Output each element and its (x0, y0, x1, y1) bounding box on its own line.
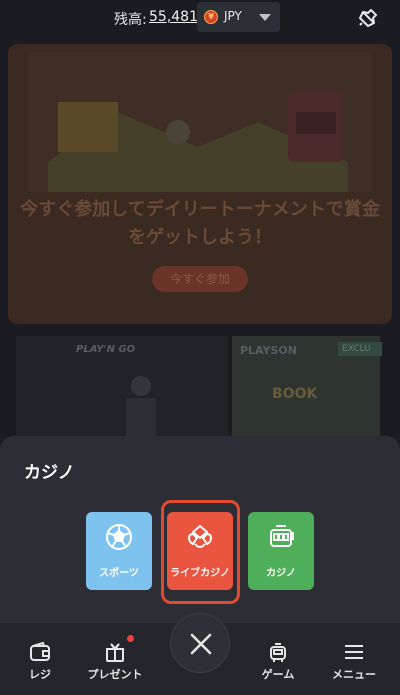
sheet-title: カジノ (24, 463, 75, 483)
exclusive-badge: EXCLU (338, 342, 382, 356)
close-icon (190, 633, 212, 655)
soccer-ball-icon (106, 524, 132, 550)
gift-icon (106, 643, 124, 662)
nav-label: レジ (29, 668, 51, 681)
nav-item-menu[interactable]: メニュー (314, 641, 394, 682)
games-row: PLAY'N GO PLAYSON EXCLU BOOK (0, 336, 400, 436)
banner-title: 今すぐ参加してデイリートーナメントで賞金をゲットしよう！ (20, 199, 380, 248)
game-title: BOOK (272, 386, 318, 402)
yen-coin-icon: ¥ (204, 10, 218, 24)
category-casino-button[interactable]: カジノ (248, 512, 314, 590)
notification-dot (127, 635, 134, 642)
close-button[interactable] (170, 613, 230, 673)
wallet-icon (30, 641, 50, 661)
nav-item-game[interactable]: ゲーム (238, 641, 318, 682)
balance-label: 残高: (114, 12, 147, 28)
background-content: 今すぐ参加してデイリートーナメントで賞金をゲットしよう！ 今すぐ参加 PLAY'… (0, 36, 400, 436)
game-tile[interactable]: PLAYSON EXCLU BOOK (232, 336, 382, 436)
banner-artwork (28, 52, 372, 192)
slot-machine-icon (270, 525, 294, 547)
game-provider-label: PLAYSON (240, 344, 297, 357)
game-provider-label: PLAY'N GO (76, 344, 136, 355)
currency-code: JPY (224, 9, 242, 23)
nav-item-present[interactable]: プレゼント (75, 635, 155, 682)
game-controller-icon (270, 643, 286, 662)
category-sheet: カジノ スポーツ ライブカジノ カジノ (0, 436, 400, 623)
bell-icon[interactable] (356, 6, 380, 30)
nav-label: ゲーム (261, 668, 295, 681)
nav-item-reji[interactable]: レジ (0, 641, 80, 682)
category-label: スポーツ (99, 568, 139, 579)
hamburger-menu-icon (345, 645, 363, 659)
category-label: カジノ (266, 568, 296, 579)
nav-label: プレゼント (87, 668, 143, 681)
top-bar: 残高: 55,481 ¥ JPY (0, 0, 400, 36)
game-character-image (126, 376, 156, 436)
chevron-down-icon (259, 14, 271, 21)
game-tile[interactable]: PLAY'N GO (16, 336, 228, 436)
nav-label: メニュー (332, 668, 376, 681)
banner-join-button[interactable]: 今すぐ参加 (152, 266, 248, 292)
category-sports-button[interactable]: スポーツ (86, 512, 152, 590)
promo-banner: 今すぐ参加してデイリートーナメントで賞金をゲットしよう！ 今すぐ参加 (8, 44, 392, 324)
currency-select[interactable]: ¥ JPY (197, 2, 280, 32)
highlight-ring (161, 500, 240, 604)
balance-value[interactable]: 55,481 (149, 9, 198, 25)
